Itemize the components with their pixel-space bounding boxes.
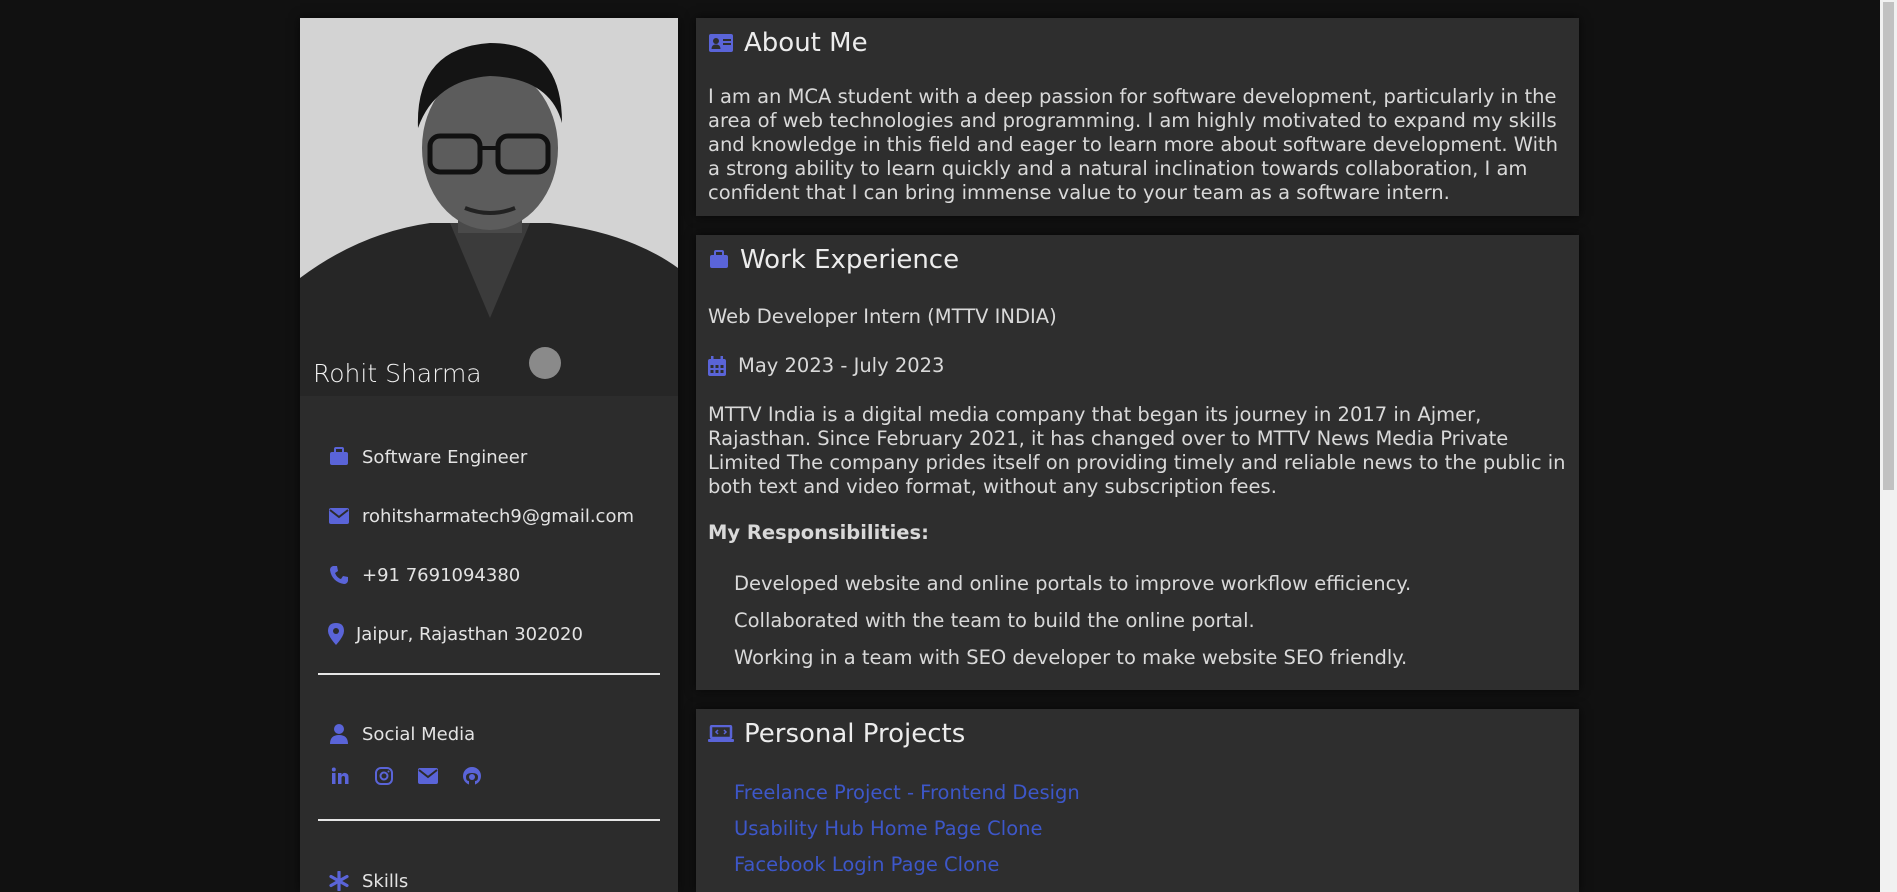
instagram-icon[interactable] <box>372 764 396 788</box>
work-heading-row: Work Experience <box>708 245 959 275</box>
profile-photo-illustration <box>300 18 678 396</box>
linkedin-icon[interactable] <box>328 764 352 788</box>
email-row: rohitsharmatech9@gmail.com <box>328 505 634 527</box>
responsibility-item: Working in a team with SEO developer to … <box>734 646 1408 669</box>
mail-icon[interactable] <box>416 764 440 788</box>
responsibilities-heading: My Responsibilities: <box>708 521 929 544</box>
responsibilities-list: Developed website and online portals to … <box>734 572 1411 683</box>
work-heading: Work Experience <box>740 245 960 275</box>
calendar-icon <box>708 355 728 377</box>
sidebar-divider <box>318 819 660 821</box>
phone-row: +91 7691094380 <box>328 564 520 586</box>
laptop-icon <box>708 721 734 747</box>
work-dates: May 2023 - July 2023 <box>738 354 945 377</box>
social-heading: Social Media <box>362 723 476 745</box>
projects-heading-row: Personal Projects <box>708 719 965 749</box>
work-dates-row: May 2023 - July 2023 <box>708 354 944 378</box>
about-card: About Me I am an MCA student with a deep… <box>696 18 1579 216</box>
job-title-row: Software Engineer <box>328 446 527 468</box>
user-icon <box>328 723 350 745</box>
social-links <box>328 764 484 788</box>
envelope-icon <box>328 505 350 527</box>
project-link[interactable]: Facebook Login Page Clone <box>734 853 1080 889</box>
responsibility-item: Developed website and online portals to … <box>734 572 1412 595</box>
sidebar-divider <box>318 673 660 675</box>
profile-photo: Rohit Sharma <box>300 18 678 396</box>
projects-list: Freelance Project - Frontend Design Usab… <box>734 781 1080 889</box>
work-card: Work Experience Web Developer Intern (MT… <box>696 235 1579 690</box>
phone-icon <box>328 564 350 586</box>
id-card-icon <box>708 30 734 56</box>
page-scrollbar[interactable] <box>1880 0 1897 892</box>
social-heading-row: Social Media <box>328 723 475 745</box>
work-role: Web Developer Intern (MTTV INDIA) <box>708 305 1057 328</box>
location-row: Jaipur, Rajasthan 302020 <box>328 623 583 645</box>
phone-text: +91 7691094380 <box>362 564 521 586</box>
map-pin-icon <box>328 623 344 645</box>
location-text: Jaipur, Rajasthan 302020 <box>356 623 583 645</box>
asterisk-icon <box>328 870 350 892</box>
work-description: MTTV India is a digital media company th… <box>708 403 1566 498</box>
profile-sidebar: Rohit Sharma Software Engineer rohitshar… <box>300 18 678 892</box>
skills-heading-row: Skills <box>328 870 408 892</box>
projects-heading: Personal Projects <box>744 719 966 749</box>
profile-name: Rohit Sharma <box>313 359 482 388</box>
project-link[interactable]: Freelance Project - Frontend Design <box>734 781 1080 817</box>
briefcase-icon <box>328 446 350 468</box>
about-text: I am an MCA student with a deep passion … <box>708 85 1559 204</box>
project-link[interactable]: Usability Hub Home Page Clone <box>734 817 1080 853</box>
about-heading: About Me <box>744 28 868 58</box>
projects-card: Personal Projects Freelance Project - Fr… <box>696 709 1579 892</box>
responsibility-item: Collaborated with the team to build the … <box>734 609 1255 632</box>
scrollbar-thumb[interactable] <box>1883 2 1894 490</box>
about-heading-row: About Me <box>708 28 868 58</box>
job-title: Software Engineer <box>362 446 528 468</box>
briefcase-icon <box>708 247 730 273</box>
email-text: rohitsharmatech9@gmail.com <box>362 505 634 527</box>
skills-heading: Skills <box>362 870 409 892</box>
github-icon[interactable] <box>460 764 484 788</box>
